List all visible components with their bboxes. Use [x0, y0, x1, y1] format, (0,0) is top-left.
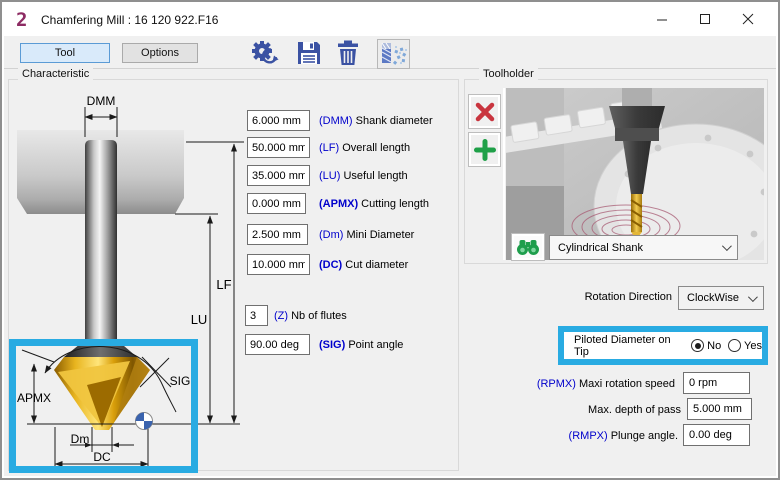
- gear-refresh-icon: [249, 39, 279, 67]
- toolholder-delete-button[interactable]: [468, 94, 501, 129]
- piloted-yes-radio[interactable]: [728, 339, 741, 352]
- toolholder-search-button[interactable]: [511, 233, 545, 261]
- shank-type-dropdown[interactable]: Cylindrical Shank: [549, 235, 738, 260]
- dim-label-lf: LF: [216, 277, 231, 292]
- save-button[interactable]: [295, 39, 323, 72]
- shank-shape: [85, 140, 117, 342]
- trash-icon: [334, 39, 362, 67]
- tab-options[interactable]: Options: [122, 43, 198, 63]
- binoculars-icon: [516, 238, 540, 256]
- piloted-diameter-row: Piloted Diameter on Tip No Yes: [564, 332, 762, 359]
- toolholder-add-button[interactable]: [468, 132, 501, 167]
- red-x-icon: [474, 101, 496, 123]
- toolholder-separator: [503, 88, 505, 260]
- shank-type-value: Cylindrical Shank: [558, 242, 643, 254]
- piloted-no-label: No: [707, 340, 721, 352]
- characteristic-group-label: Characteristic: [18, 68, 93, 80]
- close-icon: [742, 13, 754, 25]
- update-settings-button[interactable]: [249, 39, 279, 72]
- piloted-highlight-box: Piloted Diameter on Tip No Yes: [558, 326, 768, 365]
- dim-label-dmm: DMM: [87, 94, 116, 108]
- dim-label-lu: LU: [191, 312, 208, 327]
- delete-button[interactable]: [334, 39, 362, 72]
- max-depth-of-pass-input[interactable]: [687, 398, 752, 420]
- plunge-angle-label: (RMPX) Plunge angle.: [442, 430, 678, 442]
- rotation-direction-value: ClockWise: [687, 292, 739, 304]
- save-icon: [295, 39, 323, 67]
- maximize-button[interactable]: [685, 4, 725, 34]
- tab-tool[interactable]: Tool: [20, 43, 110, 63]
- maxi-rotation-speed-label: (RPMX) Maxi rotation speed: [442, 378, 675, 390]
- piloted-diameter-label: Piloted Diameter on Tip: [574, 334, 686, 358]
- chevron-down-icon: [722, 241, 732, 251]
- app-logo: 2: [16, 9, 26, 31]
- piloted-yes-label: Yes: [744, 340, 762, 352]
- green-plus-icon: [474, 139, 496, 161]
- max-depth-of-pass-label: Max. depth of pass: [442, 404, 681, 416]
- toolholder-group-label: Toolholder: [479, 68, 538, 80]
- plunge-angle-input[interactable]: [683, 424, 750, 446]
- tool-chips-icon: [378, 40, 409, 68]
- code-rmpx: (RMPX): [569, 430, 608, 442]
- maximize-icon: [699, 13, 711, 25]
- close-button[interactable]: [728, 4, 768, 34]
- window-title: Chamfering Mill : 16 120 922.F16: [41, 13, 218, 27]
- chevron-down-icon: [748, 292, 758, 302]
- rotation-direction-dropdown[interactable]: ClockWise: [678, 286, 764, 310]
- minimize-icon: [656, 13, 668, 25]
- title-bar: 2 Chamfering Mill : 16 120 922.F16: [4, 4, 776, 36]
- minimize-button[interactable]: [642, 4, 682, 34]
- piloted-no-radio[interactable]: [691, 339, 704, 352]
- cutter-highlight-box: [9, 339, 198, 473]
- tool-chips-button[interactable]: [377, 39, 410, 69]
- chamfering-mill-dialog: 2 Chamfering Mill : 16 120 922.F16 Tool …: [0, 0, 780, 480]
- rotation-direction-label: Rotation Direction: [442, 291, 672, 303]
- code-rpmx: (RPMX): [537, 378, 576, 390]
- toolbar: Tool Options: [4, 36, 776, 69]
- maxi-rotation-speed-input[interactable]: [683, 372, 750, 394]
